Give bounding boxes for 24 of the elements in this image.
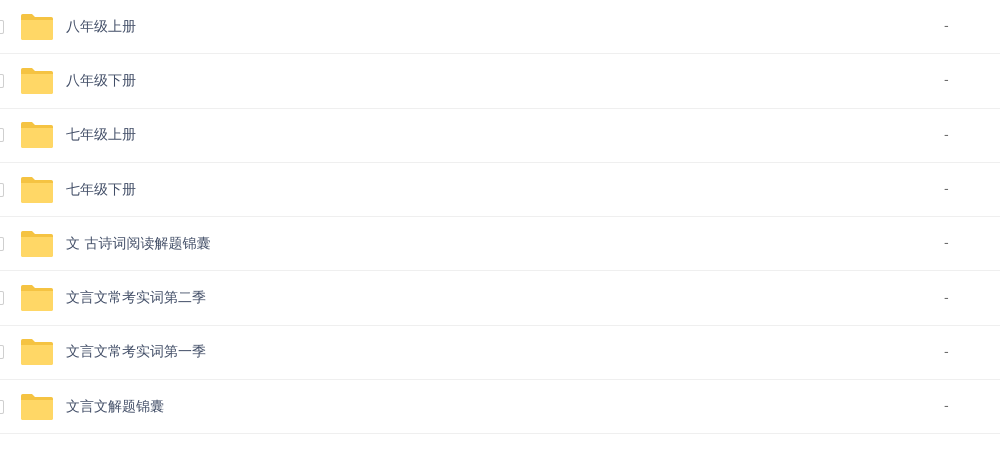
folder-name[interactable]: 七年级上册 [66,126,944,144]
folder-name[interactable]: 七年级下册 [66,180,944,199]
file-size: - [944,73,950,88]
file-size: - [944,236,950,252]
folder-name[interactable]: 八年级上册 [66,18,944,36]
folder-icon [21,122,53,148]
folder-icon [21,176,53,203]
folder-icon [21,230,53,257]
folder-name[interactable]: 文言文常考实词第二季 [66,289,944,308]
folder-icon [21,68,53,94]
file-size: - [944,344,950,360]
folder-icon [21,14,53,40]
folder-name[interactable]: 文 古诗词阅读解题锦囊 [66,234,944,253]
folder-icon [21,339,53,366]
file-size: - [944,19,950,34]
folder-icon [21,285,53,312]
folder-name[interactable]: 文言文解题锦囊 [66,398,944,416]
folder-name[interactable]: 八年级下册 [66,72,944,90]
file-size: - [944,399,950,414]
file-size: - [944,128,950,143]
file-size: - [944,182,950,198]
folder-icon [21,394,53,420]
file-size: - [944,290,950,306]
folder-name[interactable]: 文言文常考实词第一季 [66,343,944,362]
